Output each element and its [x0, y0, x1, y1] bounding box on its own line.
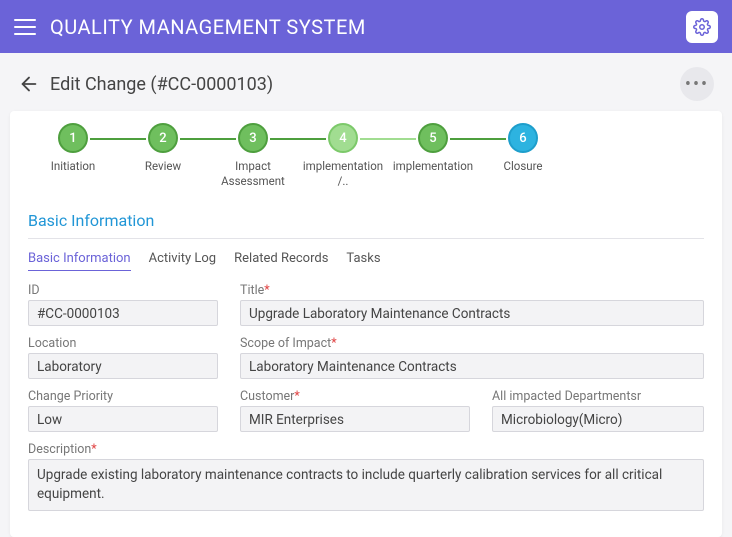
- step-label: Impact Assessment: [208, 159, 298, 189]
- field-label: Customer*: [240, 389, 470, 404]
- tab-basic-information[interactable]: Basic Information: [28, 251, 131, 271]
- section-title: Basic Information: [10, 207, 722, 238]
- section-divider: [28, 238, 704, 239]
- settings-button[interactable]: [686, 11, 718, 43]
- header-left: QUALITY MANAGEMENT SYSTEM: [14, 15, 366, 39]
- step-circle: 6: [508, 123, 538, 153]
- main-card: 1 Initiation 2 Review 3 Impact Assessmen…: [10, 111, 722, 537]
- field-location: Location Laboratory: [28, 336, 218, 379]
- step-circle: 2: [148, 123, 178, 153]
- tab-activity-log[interactable]: Activity Log: [149, 251, 217, 271]
- step-impact-assessment[interactable]: 3 Impact Assessment: [208, 123, 298, 189]
- field-description: Description* Upgrade existing laboratory…: [28, 442, 704, 511]
- field-id: ID #CC-0000103: [28, 283, 218, 326]
- workflow-stepper: 1 Initiation 2 Review 3 Impact Assessmen…: [10, 111, 722, 207]
- tab-related-records[interactable]: Related Records: [234, 251, 328, 271]
- step-connector: [180, 138, 236, 140]
- step-connector: [270, 138, 326, 140]
- step-connector: [450, 138, 506, 140]
- step-circle: 5: [418, 123, 448, 153]
- section-tabs: Basic Information Activity Log Related R…: [10, 243, 722, 277]
- scope-input[interactable]: Laboratory Maintenance Contracts: [240, 353, 704, 379]
- app-header: QUALITY MANAGEMENT SYSTEM: [0, 0, 732, 53]
- field-label: Description*: [28, 442, 704, 457]
- step-initiation[interactable]: 1 Initiation: [28, 123, 118, 174]
- field-departments: All impacted Departmentsr Microbiology(M…: [492, 389, 704, 432]
- arrow-left-icon: [18, 73, 40, 95]
- field-customer: Customer* MIR Enterprises: [240, 389, 470, 432]
- page-header-left: Edit Change (#CC-0000103): [18, 73, 273, 95]
- back-button[interactable]: [18, 73, 40, 95]
- form-row: Description* Upgrade existing laboratory…: [28, 442, 704, 511]
- menu-icon[interactable]: [14, 19, 36, 35]
- form-row: Location Laboratory Scope of Impact* Lab…: [28, 336, 704, 379]
- field-label: Location: [28, 336, 218, 351]
- departments-input[interactable]: Microbiology(Micro): [492, 406, 704, 432]
- form-row: Change Priority Low Customer* MIR Enterp…: [28, 389, 704, 432]
- step-connector: [90, 138, 146, 140]
- location-input[interactable]: Laboratory: [28, 353, 218, 379]
- step-label: implementation /..: [298, 159, 388, 189]
- step-label: implementation: [393, 159, 473, 174]
- form-area: ID #CC-0000103 Title* Upgrade Laboratory…: [10, 277, 722, 511]
- app-title: QUALITY MANAGEMENT SYSTEM: [50, 15, 366, 39]
- id-input[interactable]: #CC-0000103: [28, 300, 218, 326]
- page-header: Edit Change (#CC-0000103) •••: [0, 53, 732, 111]
- priority-input[interactable]: Low: [28, 406, 218, 432]
- tab-tasks[interactable]: Tasks: [346, 251, 380, 271]
- step-label: Review: [145, 159, 181, 174]
- step-implementation-2[interactable]: 5 implementation: [388, 123, 478, 174]
- field-label: All impacted Departmentsr: [492, 389, 704, 404]
- title-input[interactable]: Upgrade Laboratory Maintenance Contracts: [240, 300, 704, 326]
- step-circle: 1: [58, 123, 88, 153]
- field-label: Scope of Impact*: [240, 336, 704, 351]
- more-actions-button[interactable]: •••: [680, 67, 714, 101]
- more-icon: •••: [685, 74, 709, 95]
- field-label: Change Priority: [28, 389, 218, 404]
- customer-input[interactable]: MIR Enterprises: [240, 406, 470, 432]
- field-priority: Change Priority Low: [28, 389, 218, 432]
- gear-icon: [693, 18, 711, 36]
- step-review[interactable]: 2 Review: [118, 123, 208, 174]
- form-row: ID #CC-0000103 Title* Upgrade Laboratory…: [28, 283, 704, 326]
- field-label: Title*: [240, 283, 704, 298]
- step-closure[interactable]: 6 Closure: [478, 123, 568, 174]
- step-label: Initiation: [51, 159, 96, 174]
- field-title: Title* Upgrade Laboratory Maintenance Co…: [240, 283, 704, 326]
- step-circle: 3: [238, 123, 268, 153]
- step-circle: 4: [328, 123, 358, 153]
- step-connector: [360, 138, 416, 140]
- step-implementation-1[interactable]: 4 implementation /..: [298, 123, 388, 189]
- page-title: Edit Change (#CC-0000103): [50, 74, 273, 95]
- step-label: Closure: [503, 159, 542, 174]
- field-scope: Scope of Impact* Laboratory Maintenance …: [240, 336, 704, 379]
- field-label: ID: [28, 283, 218, 298]
- description-input[interactable]: Upgrade existing laboratory maintenance …: [28, 459, 704, 511]
